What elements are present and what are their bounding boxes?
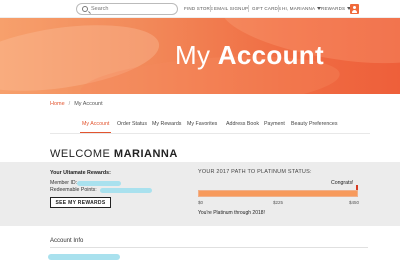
rewards-menu-label: REWARDS bbox=[321, 6, 346, 11]
nav-divider bbox=[248, 5, 249, 12]
progress-track bbox=[198, 190, 358, 197]
points-redacted bbox=[100, 188, 152, 193]
rewards-summary: Your Ultamate Rewards: Member ID: Redeem… bbox=[50, 170, 180, 193]
member-id-row: Member ID: bbox=[50, 180, 180, 186]
breadcrumb-current: My Account bbox=[74, 101, 103, 107]
tab-beauty-preferences[interactable]: Beauty Preferences bbox=[291, 121, 338, 127]
tick-label-mid: $225 bbox=[273, 200, 284, 205]
tab-address-book[interactable]: Address Book bbox=[226, 121, 259, 127]
tick-label-end: $450 bbox=[349, 200, 360, 205]
welcome-name: MARIANNA bbox=[113, 148, 178, 160]
search-input[interactable] bbox=[91, 4, 175, 14]
nav-divider bbox=[210, 5, 211, 12]
tab-my-account[interactable]: My Account bbox=[82, 121, 109, 127]
email-signup-link[interactable]: EMAIL SIGNUP bbox=[214, 6, 248, 11]
progress-fill bbox=[199, 191, 357, 196]
user-menu[interactable]: HI, MARIANNA bbox=[282, 6, 322, 11]
congrats-label: Congrats! bbox=[331, 180, 354, 186]
welcome-heading: WELCOME MARIANNA bbox=[50, 148, 178, 160]
platinum-message: You're Platinum through 2018! bbox=[198, 210, 265, 216]
tabs-divider bbox=[50, 133, 370, 134]
rewards-menu[interactable]: REWARDS bbox=[321, 6, 352, 11]
active-tab-indicator bbox=[80, 132, 111, 133]
gift-cards-link[interactable]: GIFT CARDS bbox=[252, 6, 281, 11]
tab-payment[interactable]: Payment bbox=[264, 121, 285, 127]
search-box[interactable] bbox=[76, 3, 178, 15]
member-id-redacted bbox=[77, 181, 121, 186]
platinum-path: YOUR 2017 PATH TO PLATINUM STATUS: Congr… bbox=[198, 169, 368, 216]
breadcrumb-separator: / bbox=[68, 101, 71, 107]
page-title: My Account bbox=[175, 40, 324, 71]
account-info-heading: Account Info bbox=[50, 238, 84, 244]
points-row: Redeemable Points: bbox=[50, 187, 180, 193]
search-icon[interactable] bbox=[82, 6, 88, 12]
welcome-prefix: WELCOME bbox=[50, 148, 111, 160]
points-label: Redeemable Points: bbox=[50, 187, 97, 193]
hero-banner: My Account bbox=[0, 18, 400, 94]
page-title-bold: Account bbox=[217, 40, 324, 70]
rewards-title: Your Ultamate Rewards: bbox=[50, 170, 111, 176]
path-title: YOUR 2017 PATH TO PLATINUM STATUS: bbox=[198, 169, 312, 175]
tab-order-status[interactable]: Order Status bbox=[117, 121, 147, 127]
account-info-divider bbox=[50, 247, 368, 248]
account-tabs: My Account Order Status My Rewards My Fa… bbox=[0, 121, 400, 131]
account-info-redacted bbox=[48, 254, 120, 260]
breadcrumb: Home / My Account bbox=[50, 101, 103, 107]
tick-label-start: $0 bbox=[198, 200, 204, 205]
top-nav-bar: FIND STORE EMAIL SIGNUP GIFT CARDS HI, M… bbox=[0, 0, 400, 18]
breadcrumb-home-link[interactable]: Home bbox=[50, 101, 65, 107]
tab-my-rewards[interactable]: My Rewards bbox=[152, 121, 181, 127]
see-my-rewards-button[interactable]: SEE MY REWARDS bbox=[50, 197, 111, 208]
nav-divider bbox=[278, 5, 279, 12]
member-id-label: Member ID: bbox=[50, 180, 78, 186]
tab-my-favorites[interactable]: My Favorites bbox=[187, 121, 217, 127]
user-icon[interactable] bbox=[350, 4, 359, 14]
page-title-light: My bbox=[175, 40, 211, 70]
user-menu-label: HI, MARIANNA bbox=[282, 6, 316, 11]
find-store-link[interactable]: FIND STORE bbox=[184, 6, 213, 11]
